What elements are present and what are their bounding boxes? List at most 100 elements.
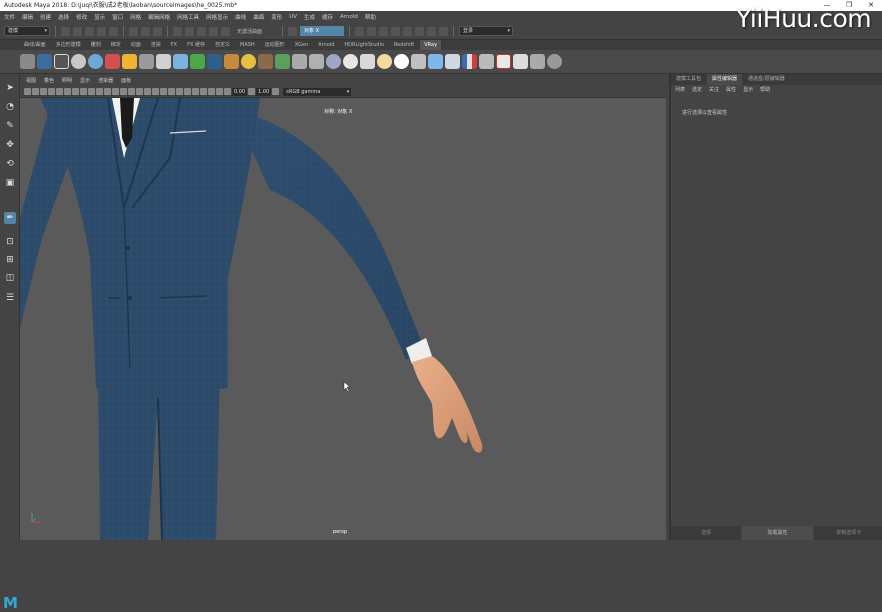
- shelf-tab-poly[interactable]: 多边形建模: [52, 40, 85, 50]
- copy-tab-button[interactable]: 复制选项卡: [813, 526, 882, 540]
- menu-file[interactable]: 文件: [4, 13, 15, 21]
- panel-menu-show[interactable]: 显示: [80, 77, 90, 84]
- panel-menu-renderer[interactable]: 渲染器: [98, 77, 113, 84]
- panel-menu-view[interactable]: 视图: [26, 77, 36, 84]
- xray-icon[interactable]: [200, 88, 207, 95]
- outliner-icon[interactable]: ☰: [4, 292, 16, 304]
- hypershade-icon[interactable]: [391, 26, 400, 36]
- ae-menu-selected[interactable]: 选定: [692, 85, 702, 95]
- snap-grid-icon[interactable]: [173, 26, 182, 36]
- snap-curve-icon[interactable]: [185, 26, 194, 36]
- new-scene-icon[interactable]: [61, 26, 70, 36]
- exposure-value[interactable]: 0.00: [232, 87, 248, 96]
- vray-dome-light-icon[interactable]: [88, 54, 103, 69]
- vray-ies-light-icon[interactable]: [411, 54, 426, 69]
- isolate-select-icon[interactable]: [192, 88, 199, 95]
- view-transform-dropdown[interactable]: sRGB gamma: [283, 87, 352, 96]
- use-all-lights-icon[interactable]: [144, 88, 151, 95]
- paint-select-icon[interactable]: ✎: [4, 120, 16, 132]
- panel-menu-panels[interactable]: 面板: [121, 77, 131, 84]
- vray-clipper-icon[interactable]: [275, 54, 290, 69]
- pause-icon[interactable]: [427, 26, 436, 36]
- vray-checker-icon[interactable]: [513, 54, 528, 69]
- select-arrow-icon[interactable]: ➤: [4, 82, 16, 94]
- open-scene-icon[interactable]: [73, 26, 82, 36]
- snap-view-icon[interactable]: [209, 26, 218, 36]
- single-view-icon[interactable]: ⊡: [4, 236, 16, 248]
- ae-menu-help[interactable]: 帮助: [760, 85, 770, 95]
- undo-icon[interactable]: [97, 26, 106, 36]
- textured-icon[interactable]: [136, 88, 143, 95]
- four-view-icon[interactable]: ⊞: [4, 254, 16, 266]
- resolution-gate-icon[interactable]: [72, 88, 79, 95]
- shelf-tab-curves[interactable]: 曲线/曲面: [20, 40, 50, 50]
- vray-physical-camera-icon[interactable]: [292, 54, 307, 69]
- menu-generate[interactable]: 生成: [304, 13, 315, 21]
- screen-space-ao-icon[interactable]: [160, 88, 167, 95]
- tab-channel-box[interactable]: 通道盒/层编辑器: [743, 74, 790, 85]
- vray-frame-icon[interactable]: [403, 26, 412, 36]
- snap-surface-icon[interactable]: [221, 26, 230, 36]
- ae-menu-show[interactable]: 显示: [743, 85, 753, 95]
- menu-windows[interactable]: 窗口: [112, 13, 123, 21]
- menu-display[interactable]: 显示: [94, 13, 105, 21]
- vray-sphere-light-icon[interactable]: [394, 54, 409, 69]
- field-chart-icon[interactable]: [88, 88, 95, 95]
- wireframe-on-shaded-icon[interactable]: [128, 88, 135, 95]
- menu-edit[interactable]: 编辑: [22, 13, 33, 21]
- menu-modify[interactable]: 修改: [76, 13, 87, 21]
- shelf-tab-mash[interactable]: MASH: [236, 40, 259, 50]
- bookmark-icon[interactable]: [40, 88, 47, 95]
- shelf-tab-fx[interactable]: FX: [167, 40, 181, 50]
- vray-render-elements-icon[interactable]: [445, 54, 460, 69]
- vray-lightmix-icon[interactable]: [496, 54, 511, 69]
- vray-flag-icon[interactable]: [462, 54, 477, 69]
- vray-proxy-icon[interactable]: [139, 54, 154, 69]
- ipr-render-icon[interactable]: [367, 26, 376, 36]
- rotate-icon[interactable]: ⟲: [4, 158, 16, 170]
- menu-curves[interactable]: 曲线: [235, 13, 246, 21]
- image-plane-icon[interactable]: [48, 88, 55, 95]
- vray-mtl-override-icon[interactable]: [71, 54, 86, 69]
- tab-modeling-toolkit[interactable]: 建模工具包: [671, 74, 706, 85]
- menu-mesh-display[interactable]: 网格显示: [206, 13, 228, 21]
- ae-menu-focus[interactable]: 关注: [709, 85, 719, 95]
- menu-mesh[interactable]: 网格: [130, 13, 141, 21]
- load-attributes-button[interactable]: 加载属性: [742, 526, 813, 540]
- vray-plane-icon[interactable]: [156, 54, 171, 69]
- menu-help[interactable]: 帮助: [365, 13, 376, 21]
- perspective-viewport[interactable]: 对称: 对象 X persp: [20, 98, 666, 540]
- render-settings-icon[interactable]: [379, 26, 388, 36]
- mode-dropdown[interactable]: 建模: [4, 26, 50, 36]
- anti-aliasing-icon[interactable]: [176, 88, 183, 95]
- vray-spot-light-icon[interactable]: [360, 54, 375, 69]
- safe-title-icon[interactable]: [104, 88, 111, 95]
- scale-icon[interactable]: ▣: [4, 177, 16, 189]
- vray-sphere-icon[interactable]: [326, 54, 341, 69]
- gamma-value[interactable]: 1.00: [256, 87, 272, 96]
- select-hierarchy-icon[interactable]: [129, 26, 138, 36]
- exposure-icon[interactable]: [224, 88, 231, 95]
- lasso-icon[interactable]: ◔: [4, 101, 16, 113]
- tab-attribute-editor[interactable]: 属性编辑器: [707, 74, 743, 85]
- shelf-tab-hdrlightstudio[interactable]: HDRLightStudio: [340, 40, 388, 50]
- wireframe-icon[interactable]: [112, 88, 119, 95]
- shelf-tab-vray[interactable]: VRay: [420, 40, 442, 50]
- vray-volume-icon[interactable]: [207, 54, 222, 69]
- vray-table-icon[interactable]: [530, 54, 545, 69]
- shelf-tab-rigging[interactable]: 绑定: [107, 40, 125, 50]
- smooth-shade-icon[interactable]: [120, 88, 127, 95]
- shelf-tab-xgen[interactable]: XGen: [291, 40, 313, 50]
- gate-mask-icon[interactable]: [80, 88, 87, 95]
- vray-material-icon[interactable]: [54, 54, 69, 69]
- sculpt-icon[interactable]: ✒: [4, 212, 16, 224]
- gamma-icon[interactable]: [248, 88, 256, 95]
- shelf-tab-custom[interactable]: 自定义: [211, 40, 234, 50]
- vray-info-icon[interactable]: [547, 54, 562, 69]
- vray-rect-light-icon[interactable]: [343, 54, 358, 69]
- vray-light-icon[interactable]: [37, 54, 52, 69]
- grid-icon[interactable]: [56, 88, 63, 95]
- vray-mesh-icon[interactable]: [105, 54, 120, 69]
- shelf-tab-arnold[interactable]: Arnold: [314, 40, 338, 50]
- snap-point-icon[interactable]: [197, 26, 206, 36]
